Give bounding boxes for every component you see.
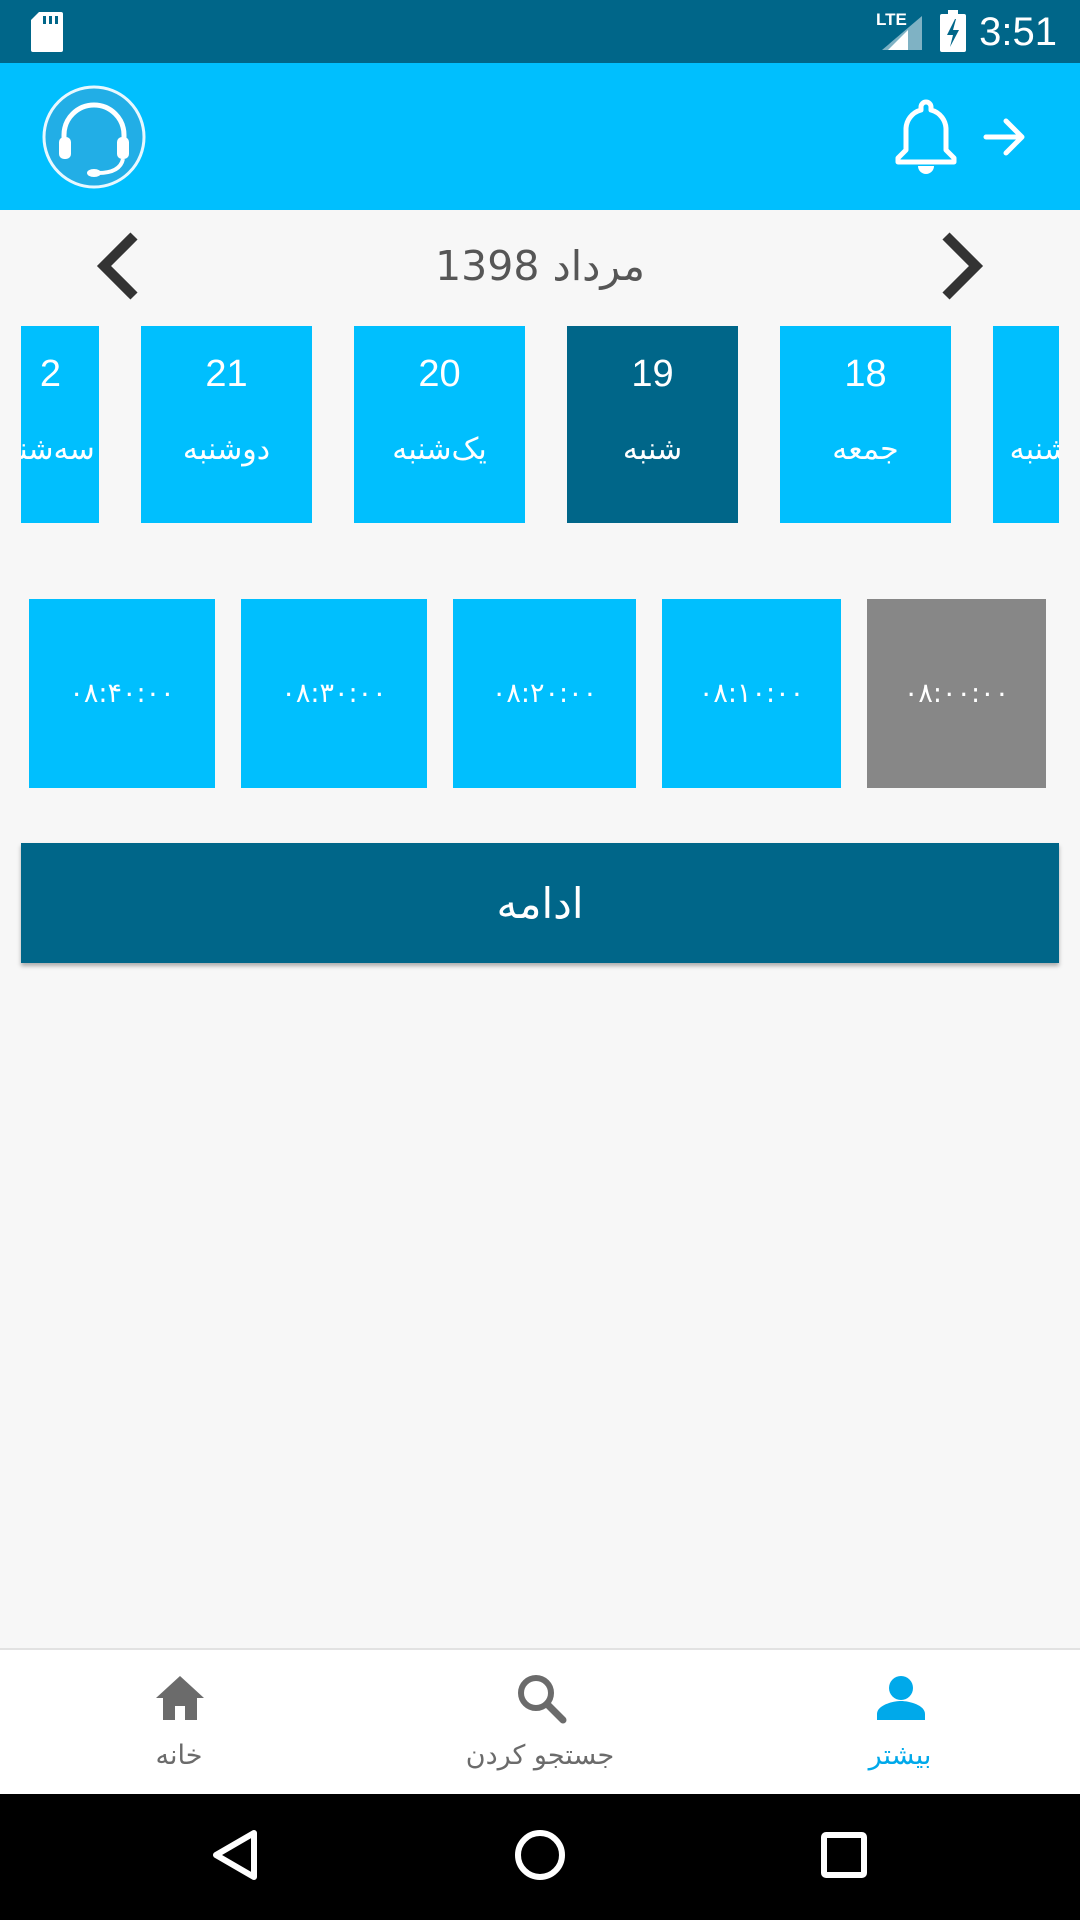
home-icon [156,1676,204,1720]
day-card[interactable]: 2 سه‌شنبه [21,326,99,523]
time-slot[interactable]: ۰۸:۴۰:۰۰ [29,599,215,788]
sd-card-icon [31,12,63,52]
nav-more[interactable]: بیشتر [780,1650,1020,1796]
system-nav-bar [0,1794,1080,1920]
app-bar [0,63,1080,210]
nav-home[interactable]: خانه [59,1650,299,1796]
time-slot[interactable]: ۰۸:۳۰:۰۰ [241,599,427,788]
day-name: شنبه [622,432,683,467]
search-icon [518,1675,567,1724]
nav-search[interactable]: جستجو کردن [420,1650,660,1796]
day-name: سه‌شنبه [21,432,95,467]
bottom-nav: خانه جستجو کردن بیشتر [0,1648,1080,1794]
signal-icon [882,16,922,50]
nav-label: جستجو کردن [465,1740,615,1771]
day-card[interactable]: 21 دوشنبه [141,326,312,523]
day-number: 20 [418,353,461,395]
chevron-right-icon[interactable] [936,230,986,302]
nav-label: خانه [155,1740,203,1771]
day-number: 18 [844,353,887,395]
day-name: پنجشنبه [1009,432,1059,467]
bell-icon[interactable] [894,98,958,178]
day-number: 21 [205,353,248,395]
day-number: 19 [631,353,674,395]
day-name: جمعه [832,432,899,467]
day-name: یک‌شنبه [392,432,487,467]
arrow-right-icon[interactable] [982,115,1030,159]
day-card[interactable]: پنجشنبه [993,326,1059,523]
chevron-left-icon[interactable] [94,230,144,302]
day-card[interactable]: 20 یک‌شنبه [354,326,525,523]
continue-button[interactable]: ادامه [21,843,1059,963]
day-name: دوشنبه [182,432,271,467]
nav-label: بیشتر [868,1740,932,1771]
month-title: 1398 مرداد [435,242,645,290]
person-icon [877,1676,925,1720]
time-slot-unavailable: ۰۸:۰۰:۰۰ [867,599,1046,788]
status-bar: LTE 3:51 [0,0,1080,63]
headset-icon[interactable] [40,83,148,191]
time-slot[interactable]: ۰۸:۱۰:۰۰ [662,599,841,788]
recents-icon[interactable] [820,1831,868,1879]
time-slot[interactable]: ۰۸:۲۰:۰۰ [453,599,636,788]
day-card-selected[interactable]: 19 شنبه [567,326,738,523]
day-card[interactable]: 18 جمعه [780,326,951,523]
clock: 3:51 [979,10,1057,54]
day-number: 2 [39,353,62,395]
home-circle-icon[interactable] [514,1829,566,1881]
back-icon[interactable] [212,1829,258,1881]
battery-charging-icon [940,10,966,52]
